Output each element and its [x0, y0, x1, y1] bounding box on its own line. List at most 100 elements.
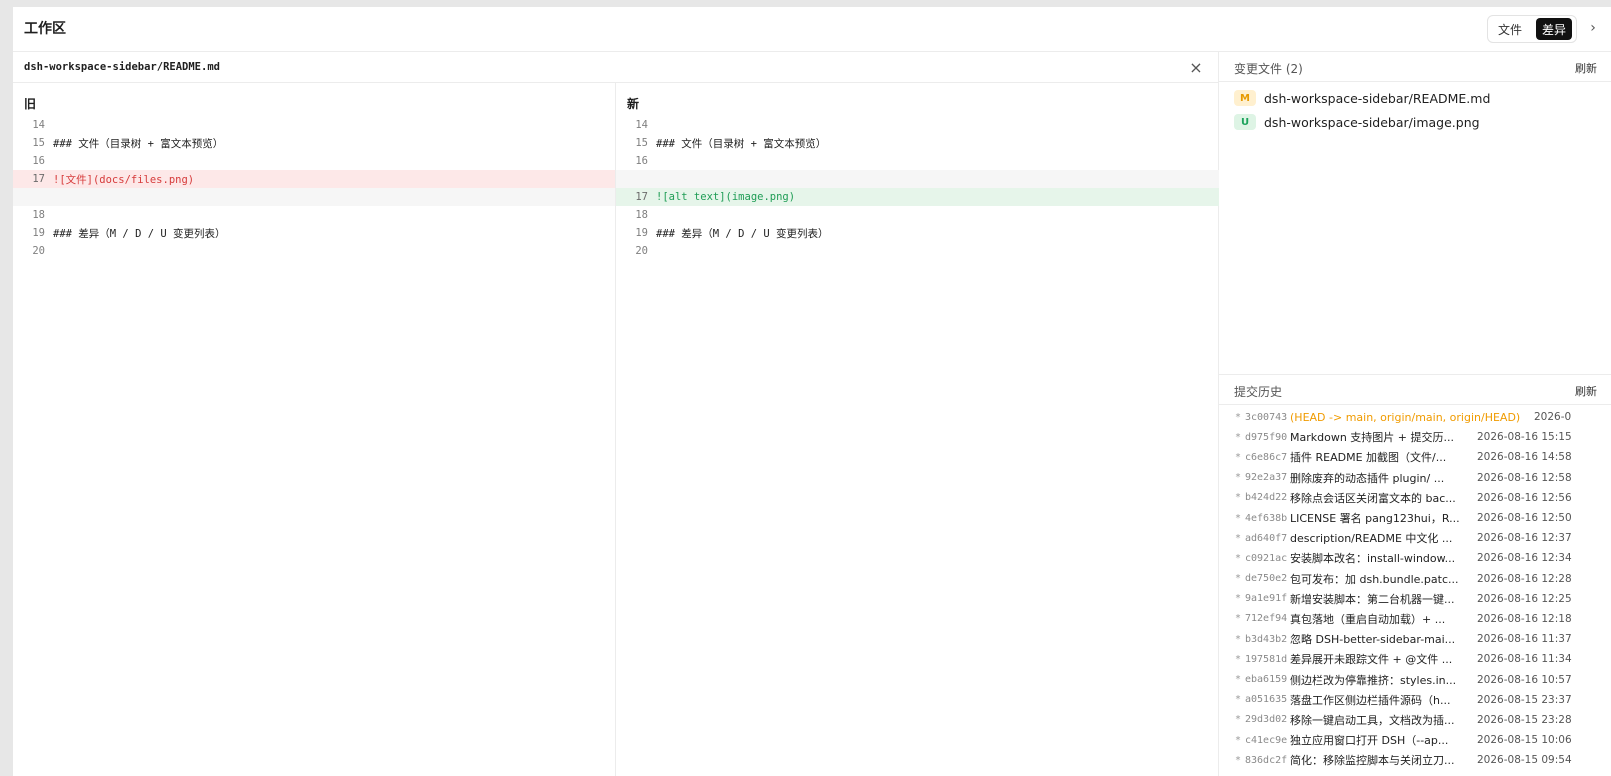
commit-graph-marker: * [1235, 674, 1242, 686]
commit-time: 2026-08-16 11:37 [1477, 633, 1572, 646]
collapse-icon[interactable]: › [1585, 21, 1601, 37]
commit-graph-marker: * [1235, 512, 1242, 524]
commit-row[interactable]: * c6e86c7 插件 README 加截图（文件/... 2026-08-16 1… [1219, 447, 1611, 467]
commit-message: 真包落地（重启自动加载）+ ... [1290, 612, 1446, 626]
old-line: 15 ### 文件（目录树 + 富文本预览） [13, 134, 615, 152]
line-number: 15 [635, 137, 648, 149]
line-text: ### 文件（目录树 + 富文本预览） [53, 137, 224, 150]
commit-time: 2026-08-16 12:58 [1477, 471, 1572, 484]
changed-file-item[interactable]: Mdsh-workspace-sidebar/README.md [1219, 86, 1611, 110]
commit-graph-marker: * [1235, 653, 1242, 665]
changes-refresh-button[interactable]: 刷新 [1575, 60, 1597, 76]
old-line: 20 [13, 242, 615, 260]
workspace-panel: 工作区 文件 差异 › dsh-workspace-sidebar/README… [13, 7, 1611, 776]
commit-message: LICENSE 署名 pang123hui，R... [1290, 512, 1460, 526]
commit-message: description/README 中文化 ... [1290, 532, 1453, 546]
history-refresh-button[interactable]: 刷新 [1575, 383, 1597, 399]
commit-row[interactable]: * c0921ac 安装脚本改名：install-window... 2026-08-… [1219, 548, 1611, 568]
commit-row[interactable]: * 92e2a37 删除废弃的动态插件 plugin/ ... 2026-08-16 … [1219, 468, 1611, 488]
commit-hash: 197581d [1245, 653, 1288, 665]
commit-graph-marker: * [1235, 714, 1242, 726]
commit-hash: a051635 [1245, 694, 1288, 706]
commit-hash: 836dc2f [1245, 754, 1288, 766]
commit-message: Markdown 支持图片 + 提交历... [1290, 431, 1455, 445]
commit-row[interactable]: * d975f90 Markdown 支持图片 + 提交历... 2026-08-16… [1219, 427, 1611, 447]
old-line: 18 [13, 206, 615, 224]
old-line: 19 ### 差异（M / D / U 变更列表） [13, 224, 615, 242]
commit-row[interactable]: * 9a1e91f 新增安装脚本：第二台机器一键... 2026-08-16 12:2… [1219, 589, 1611, 609]
commit-graph-marker: * [1235, 593, 1242, 605]
commit-graph-marker: * [1235, 532, 1242, 544]
line-text: ### 文件（目录树 + 富文本预览） [656, 137, 827, 150]
commit-row[interactable]: * 836dc2f 简化：移除监控脚本与关闭立刀... 2026-08-15 09:5… [1219, 750, 1611, 770]
line-number: 19 [32, 227, 45, 239]
commit-history-section: 提交历史 刷新 * 3c00743 (HEAD -> main, origin/ma… [1219, 374, 1611, 776]
changes-title: 变更文件 (2) [1234, 62, 1303, 76]
commit-time: 2026-08-16 10:57 [1477, 673, 1572, 686]
line-number: 18 [635, 209, 648, 221]
commit-message: 简化：移除监控脚本与关闭立刀... [1290, 754, 1455, 768]
close-icon[interactable]: × [1187, 59, 1205, 77]
commit-hash: 712ef94 [1245, 613, 1288, 625]
commit-row[interactable]: * ad640f7 description/README 中文化 ... 2026-0… [1219, 528, 1611, 548]
line-number: 16 [32, 155, 45, 167]
view-toggle[interactable]: 文件 差异 [1487, 15, 1577, 43]
old-line: 16 [13, 152, 615, 170]
line-number: 14 [635, 119, 648, 131]
commit-row[interactable]: * b424d22 移除点会话区关闭富文本的 bac... 2026-08-16 12… [1219, 488, 1611, 508]
commit-message: 落盘工作区侧边栏插件源码（h... [1290, 693, 1451, 707]
commit-graph-marker: * [1235, 492, 1242, 504]
commit-graph-marker: * [1235, 472, 1242, 484]
commit-message: 移除一键启动工具，文档改为插... [1290, 713, 1455, 727]
commit-hash: 92e2a37 [1245, 472, 1288, 484]
commit-time: 2026-08-15 23:37 [1477, 693, 1572, 706]
changes-section: 变更文件 (2) 刷新 Mdsh-workspace-sidebar/READM… [1219, 52, 1611, 134]
line-number: 17 [32, 173, 45, 185]
new-line: 19 ### 差异（M / D / U 变更列表） [616, 224, 1219, 242]
line-text: ### 差异（M / D / U 变更列表） [53, 227, 226, 240]
new-version-pane: 新 14 15 ### 文件（目录树 + 富文本预览） 16 17 ![alt text]… [616, 83, 1219, 776]
line-text: ![alt text](image.png) [656, 191, 796, 203]
commit-row[interactable]: * c41ec9e 独立应用窗口打开 DSH（--ap... 2026-08-15 1… [1219, 730, 1611, 750]
change-status-badge: M [1234, 90, 1256, 106]
commit-list: * 3c00743 (HEAD -> main, origin/main, orig… [1219, 405, 1611, 770]
commit-hash: d975f90 [1245, 431, 1288, 443]
commit-row[interactable]: * 3c00743 (HEAD -> main, origin/main, orig… [1219, 407, 1611, 427]
diff-viewer: dsh-workspace-sidebar/README.md × 旧 14 15… [13, 52, 1219, 776]
changes-header: 变更文件 (2) 刷新 [1219, 52, 1611, 82]
commit-row[interactable]: * de750e2 包可发布：加 dsh.bundle.patc... 2026-08… [1219, 569, 1611, 589]
commit-graph-marker: * [1235, 411, 1242, 423]
new-line: 14 [616, 116, 1219, 134]
commit-time: 2026-08-15 10:06 [1477, 734, 1572, 747]
commit-row[interactable]: * 29d3d02 移除一键启动工具，文档改为插... 2026-08-15 23:2… [1219, 710, 1611, 730]
commit-row[interactable]: * b3d43b2 忽略 DSH-better-sidebar-mai... 2026… [1219, 629, 1611, 649]
diff-file-bar: dsh-workspace-sidebar/README.md × [13, 52, 1219, 83]
commit-time: 2026-08-16 12:25 [1477, 592, 1572, 605]
old-code-lines: 14 15 ### 文件（目录树 + 富文本预览） 16 17 ![文件](docs/fi… [13, 116, 615, 260]
commit-row[interactable]: * 197581d 差异展开未跟踪文件 + @文件 ... 2026-08-16 11… [1219, 649, 1611, 669]
commit-row[interactable]: * a051635 落盘工作区侧边栏插件源码（h... 2026-08-15 23:3… [1219, 690, 1611, 710]
commit-row[interactable]: * eba6159 侧边栏改为停靠推挤：styles.in... 2026-08-16… [1219, 669, 1611, 689]
commit-row[interactable]: * 4ef638b LICENSE 署名 pang123hui，R... 2026-0… [1219, 508, 1611, 528]
diff-tab[interactable]: 差异 [1535, 18, 1572, 40]
line-number: 20 [32, 245, 45, 257]
changed-file-item[interactable]: Udsh-workspace-sidebar/image.png [1219, 110, 1611, 134]
commit-time: 2026-08-15 23:28 [1477, 713, 1572, 726]
line-number: 17 [635, 191, 648, 203]
commit-message: 移除点会话区关闭富文本的 bac... [1290, 491, 1456, 505]
old-pane-title: 旧 [24, 97, 37, 111]
commit-row[interactable]: * 712ef94 真包落地（重启自动加载）+ ... 2026-08-16 12:1… [1219, 609, 1611, 629]
change-status-badge: U [1234, 114, 1256, 130]
line-number: 14 [32, 119, 45, 131]
commit-time: 2026-08-16 12:18 [1477, 612, 1572, 625]
files-tab[interactable]: 文件 [1492, 18, 1528, 40]
commit-graph-marker: * [1235, 694, 1242, 706]
old-line [13, 188, 615, 206]
commit-hash: b3d43b2 [1245, 633, 1288, 645]
commit-hash: eba6159 [1245, 674, 1288, 686]
old-version-pane: 旧 14 15 ### 文件（目录树 + 富文本预览） 16 17 ![文件](docs/… [13, 83, 616, 776]
commit-time: 2026-0 [1534, 411, 1572, 424]
old-line: 14 [13, 116, 615, 134]
commit-time: 2026-08-16 12:56 [1477, 491, 1572, 504]
commit-hash: 29d3d02 [1245, 714, 1288, 726]
